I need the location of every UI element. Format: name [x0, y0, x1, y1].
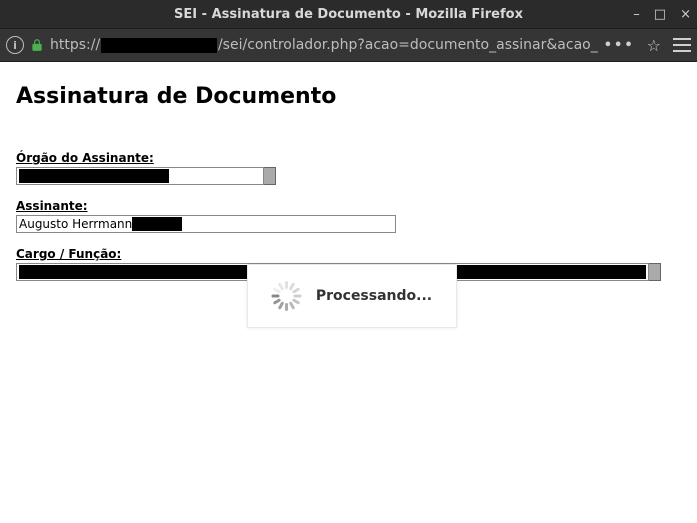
- navbar-right: ••• ☆: [604, 36, 691, 55]
- window-controls: – □ ×: [633, 0, 691, 28]
- cargo-label: Cargo / Função:: [16, 247, 681, 261]
- site-info-icon[interactable]: i: [6, 36, 24, 54]
- orgao-select-button[interactable]: [264, 167, 276, 185]
- orgao-select[interactable]: [16, 167, 276, 185]
- assinante-value-redacted: [132, 217, 182, 231]
- lock-icon: [30, 38, 44, 52]
- cargo-select-button[interactable]: [649, 263, 661, 281]
- url-suffix: /sei/controlador.php?acao=documento_assi…: [218, 37, 598, 53]
- loading-text: Processando...: [316, 288, 432, 304]
- orgao-select-value: [16, 167, 264, 185]
- window-maximize-button[interactable]: □: [654, 8, 666, 21]
- assinante-value-text: Augusto Herrmann: [19, 217, 132, 231]
- bookmark-star-icon[interactable]: ☆: [647, 36, 661, 55]
- url-bar[interactable]: https:// /sei/controlador.php?acao=docume…: [50, 37, 598, 53]
- spinner-icon: [272, 281, 302, 311]
- url-redacted-host: [101, 38, 217, 53]
- page-title: Assinatura de Documento: [16, 84, 681, 109]
- assinante-field: Assinante: Augusto Herrmann: [16, 199, 681, 233]
- orgao-label: Órgão do Assinante:: [16, 151, 681, 165]
- window-title: SEI - Assinatura de Documento - Mozilla …: [0, 7, 697, 22]
- browser-navbar: i https:// /sei/controlador.php?acao=docu…: [0, 28, 697, 62]
- page-content: Assinatura de Documento Órgão do Assinan…: [0, 62, 697, 523]
- assinante-label: Assinante:: [16, 199, 681, 213]
- window-titlebar: SEI - Assinatura de Documento - Mozilla …: [0, 0, 697, 28]
- hamburger-menu-icon[interactable]: [673, 38, 691, 52]
- url-prefix: https://: [50, 37, 100, 53]
- orgao-field: Órgão do Assinante:: [16, 151, 681, 185]
- assinante-input[interactable]: Augusto Herrmann: [16, 215, 396, 233]
- window-minimize-button[interactable]: –: [633, 8, 640, 21]
- window-close-button[interactable]: ×: [680, 8, 691, 21]
- page-actions-icon[interactable]: •••: [604, 38, 635, 53]
- loading-overlay: Processando...: [247, 264, 457, 328]
- assinante-input-wrap: Augusto Herrmann: [16, 215, 396, 233]
- orgao-value-redacted: [19, 169, 169, 183]
